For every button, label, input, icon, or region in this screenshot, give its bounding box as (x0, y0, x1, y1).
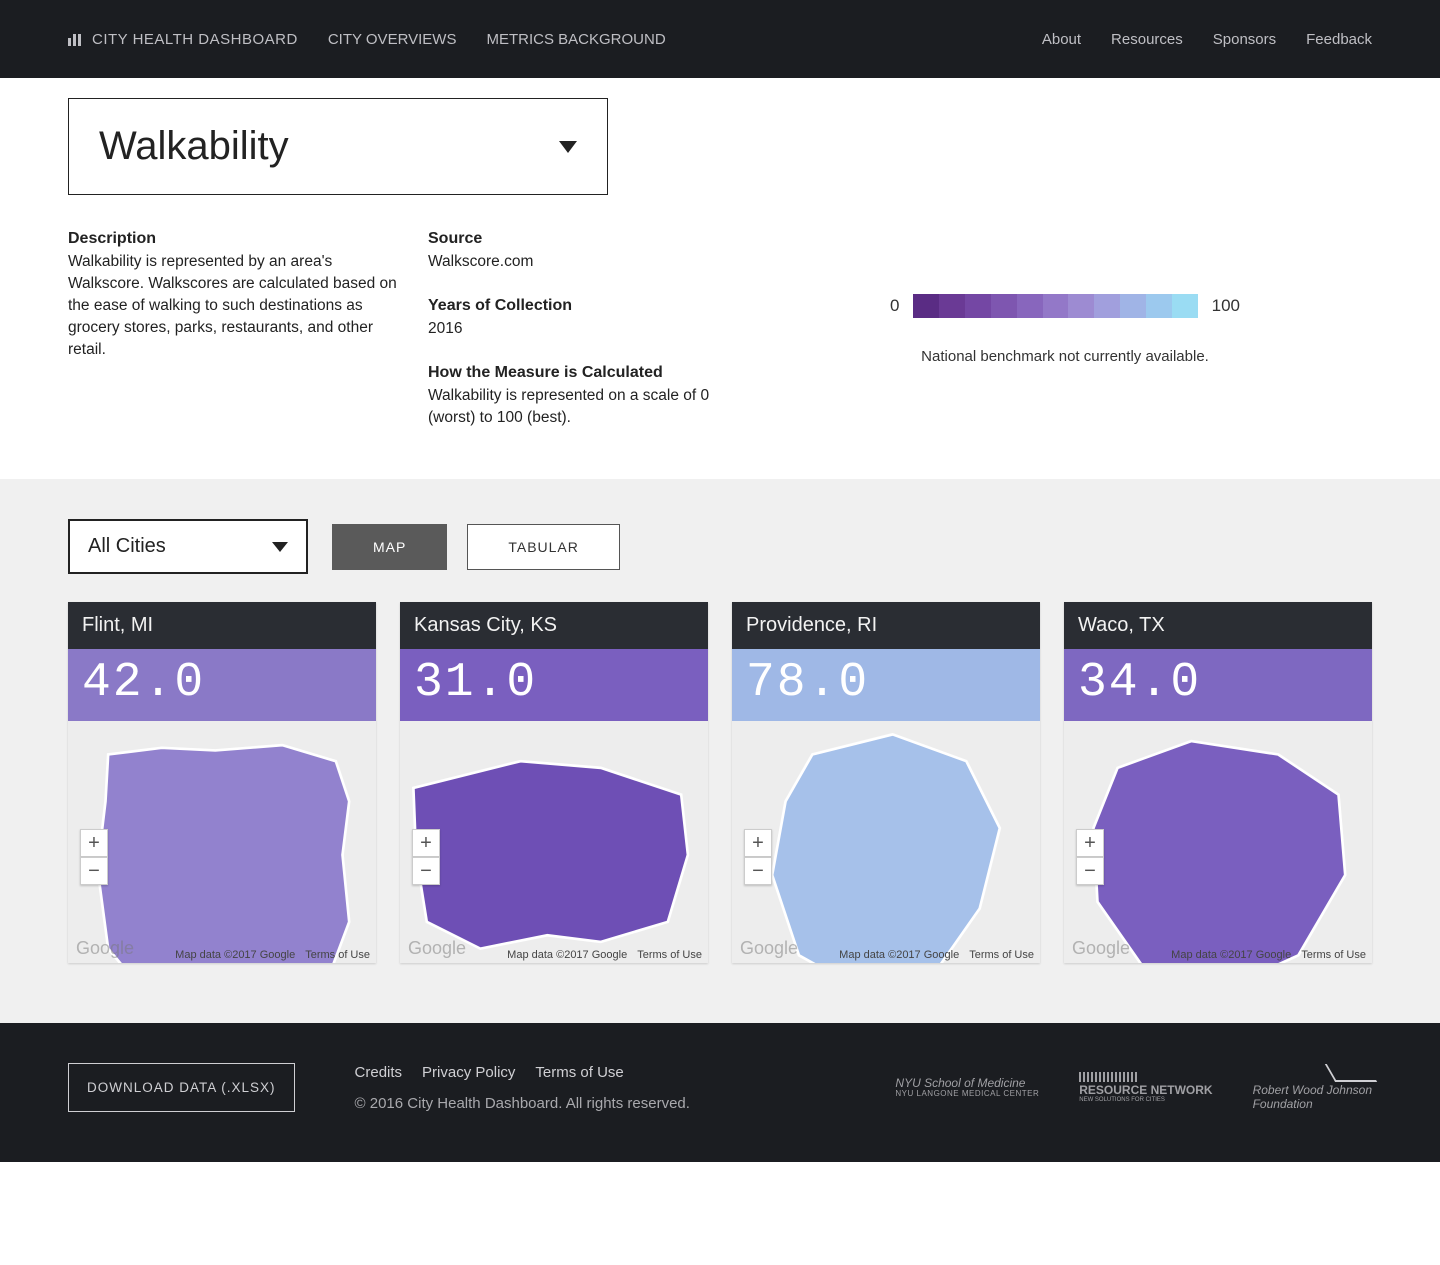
footer-link-terms[interactable]: Terms of Use (535, 1064, 623, 1081)
calc-text: Walkability is represented on a scale of… (428, 385, 728, 429)
city-cards: Flint, MI42.0+−GoogleMap data ©2017 Goog… (68, 602, 1372, 963)
cards-section: All Cities MAP TABULAR Flint, MI42.0+−Go… (0, 479, 1440, 1023)
chevron-down-icon (272, 542, 288, 552)
city-filter-select[interactable]: All Cities (68, 519, 308, 574)
city-card-map[interactable]: +− Google Map data ©2017 Google Terms of Us… (400, 721, 708, 963)
city-card: Kansas City, KS31.0 +− Google Map data ©201… (400, 602, 708, 963)
city-filter-value: All Cities (88, 535, 166, 558)
map-attribution: Google (408, 938, 466, 959)
download-data-button[interactable]: DOWNLOAD DATA (.XLSX) (68, 1063, 295, 1112)
footer-link-privacy[interactable]: Privacy Policy (422, 1064, 515, 1081)
city-card-map[interactable]: +− Google Map data ©2017 Google Terms of Us… (68, 721, 376, 963)
city-card-title: Kansas City, KS (400, 602, 708, 649)
brand-link[interactable]: CITY HEALTH DASHBOARD (68, 31, 298, 48)
map-data-credit: Map data ©2017 Google (839, 949, 959, 961)
legend-bar (913, 294, 1197, 318)
zoom-in-button[interactable]: + (744, 829, 772, 857)
city-card-title: Waco, TX (1064, 602, 1372, 649)
map-terms-link[interactable]: Terms of Use (1301, 949, 1366, 961)
nav-resources[interactable]: Resources (1111, 31, 1183, 48)
city-card: Providence, RI78.0 +− Google Map data ©2017… (732, 602, 1040, 963)
city-card: Flint, MI42.0 +− Google Map data ©2017 Goog… (68, 602, 376, 963)
city-card-score: 78.0 (732, 649, 1040, 721)
logo-resource-network: RESOURCE NETWORK NEW SOLUTIONS FOR CITIE… (1079, 1072, 1212, 1104)
years-text: 2016 (428, 318, 728, 340)
city-card-score: 31.0 (400, 649, 708, 721)
map-terms-link[interactable]: Terms of Use (969, 949, 1034, 961)
map-attribution: Google (76, 938, 134, 959)
city-card-title: Flint, MI (68, 602, 376, 649)
map-terms-link[interactable]: Terms of Use (637, 949, 702, 961)
color-legend: 0 100 (890, 294, 1240, 318)
metric-select[interactable]: Walkability (68, 98, 608, 195)
top-nav: CITY HEALTH DASHBOARD CITY OVERVIEWS MET… (0, 0, 1440, 78)
metric-select-value: Walkability (99, 124, 289, 169)
map-terms-link[interactable]: Terms of Use (305, 949, 370, 961)
nav-metrics-background[interactable]: METRICS BACKGROUND (486, 31, 665, 48)
source-text: Walkscore.com (428, 251, 728, 273)
map-data-credit: Map data ©2017 Google (1171, 949, 1291, 961)
footer: DOWNLOAD DATA (.XLSX) Credits Privacy Po… (0, 1023, 1440, 1162)
map-data-credit: Map data ©2017 Google (175, 949, 295, 961)
nav-feedback[interactable]: Feedback (1306, 31, 1372, 48)
logo-nyu: NYU School of Medicine NYU LANGONE MEDIC… (895, 1077, 1039, 1099)
footer-copyright: © 2016 City Health Dashboard. All rights… (355, 1095, 690, 1112)
city-card-map[interactable]: +− Google Map data ©2017 Google Terms of Us… (732, 721, 1040, 963)
city-card-score: 42.0 (68, 649, 376, 721)
bar-chart-icon (68, 32, 82, 46)
description-label: Description (68, 230, 398, 248)
zoom-out-button[interactable]: − (744, 857, 772, 885)
city-card-title: Providence, RI (732, 602, 1040, 649)
legend-note: National benchmark not currently availab… (921, 348, 1209, 365)
zoom-in-button[interactable]: + (80, 829, 108, 857)
map-attribution: Google (1072, 938, 1130, 959)
logo-rwj-foundation: Robert Wood Johnson Foundation (1253, 1064, 1372, 1110)
nav-sponsors[interactable]: Sponsors (1213, 31, 1276, 48)
city-card: Waco, TX34.0 +− Google Map data ©2017 Googl… (1064, 602, 1372, 963)
city-card-score: 34.0 (1064, 649, 1372, 721)
legend-high: 100 (1212, 296, 1240, 316)
description-text: Walkability is represented by an area's … (68, 251, 398, 361)
view-map-button[interactable]: MAP (332, 524, 447, 570)
city-card-map[interactable]: +− Google Map data ©2017 Google Terms of Us… (1064, 721, 1372, 963)
map-attribution: Google (740, 938, 798, 959)
view-toggle: MAP TABULAR (332, 524, 620, 570)
nav-city-overviews[interactable]: CITY OVERVIEWS (328, 31, 457, 48)
nav-about[interactable]: About (1042, 31, 1081, 48)
zoom-in-button[interactable]: + (412, 829, 440, 857)
map-data-credit: Map data ©2017 Google (507, 949, 627, 961)
footer-link-credits[interactable]: Credits (355, 1064, 403, 1081)
zoom-out-button[interactable]: − (80, 857, 108, 885)
chevron-down-icon (559, 141, 577, 153)
years-label: Years of Collection (428, 297, 728, 315)
source-label: Source (428, 230, 728, 248)
zoom-out-button[interactable]: − (1076, 857, 1104, 885)
brand-label: CITY HEALTH DASHBOARD (92, 31, 298, 48)
calc-label: How the Measure is Calculated (428, 364, 728, 382)
legend-low: 0 (890, 296, 899, 316)
zoom-out-button[interactable]: − (412, 857, 440, 885)
overview-section: Walkability Description Walkability is r… (0, 78, 1440, 479)
view-tabular-button[interactable]: TABULAR (467, 524, 620, 570)
zoom-in-button[interactable]: + (1076, 829, 1104, 857)
